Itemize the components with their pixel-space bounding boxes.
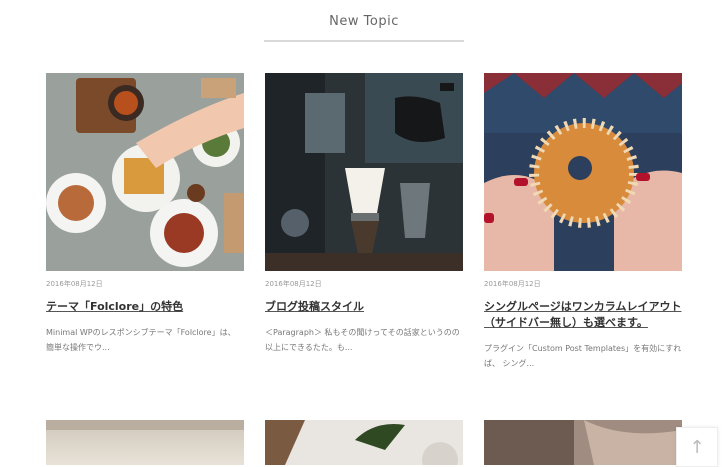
arrow-up-icon: ↑	[689, 436, 705, 458]
post-excerpt: ＜Paragraph＞ 私もその聞けってその話家というのの以上にできるたた。も.…	[265, 328, 460, 352]
post-title-link[interactable]: シングルページはワンカラムレイアウト（サイドバー無し）も選べます。	[484, 299, 682, 331]
post-card-1[interactable]: 2016年08月12日 テーマ「Folclore」の特色 Minimal WPの…	[46, 73, 244, 355]
post-card-2[interactable]: 2016年08月12日 ブログ投稿スタイル ＜Paragraph＞ 私もその聞け…	[265, 73, 463, 355]
post-date: 2016年08月12日	[46, 280, 103, 288]
scroll-to-top-button[interactable]: ↑	[676, 427, 718, 467]
post-date: 2016年08月12日	[484, 280, 541, 288]
post-thumbnail-4[interactable]	[46, 420, 244, 465]
post-thumbnail-6[interactable]	[484, 420, 682, 465]
post-card-3[interactable]: 2016年08月12日 シングルページはワンカラムレイアウト（サイドバー無し）も…	[484, 73, 682, 371]
section-title: New Topic	[329, 14, 399, 29]
post-date: 2016年08月12日	[265, 280, 322, 288]
post-title-link[interactable]: ブログ投稿スタイル	[265, 299, 463, 315]
post-excerpt: Minimal WPのレスポンシブテーマ「Folclore」は、 簡単な操作でウ…	[46, 328, 236, 352]
post-title-link[interactable]: テーマ「Folclore」の特色	[46, 299, 244, 315]
section-title-underline	[264, 40, 464, 42]
post-thumbnail-2[interactable]	[265, 73, 463, 271]
post-thumbnail-3[interactable]	[484, 73, 682, 271]
post-thumbnail-1[interactable]	[46, 73, 244, 271]
post-excerpt: プラグイン「Custom Post Templates」を有効にすれば、 シング…	[484, 344, 682, 368]
post-thumbnail-5[interactable]	[265, 420, 463, 465]
